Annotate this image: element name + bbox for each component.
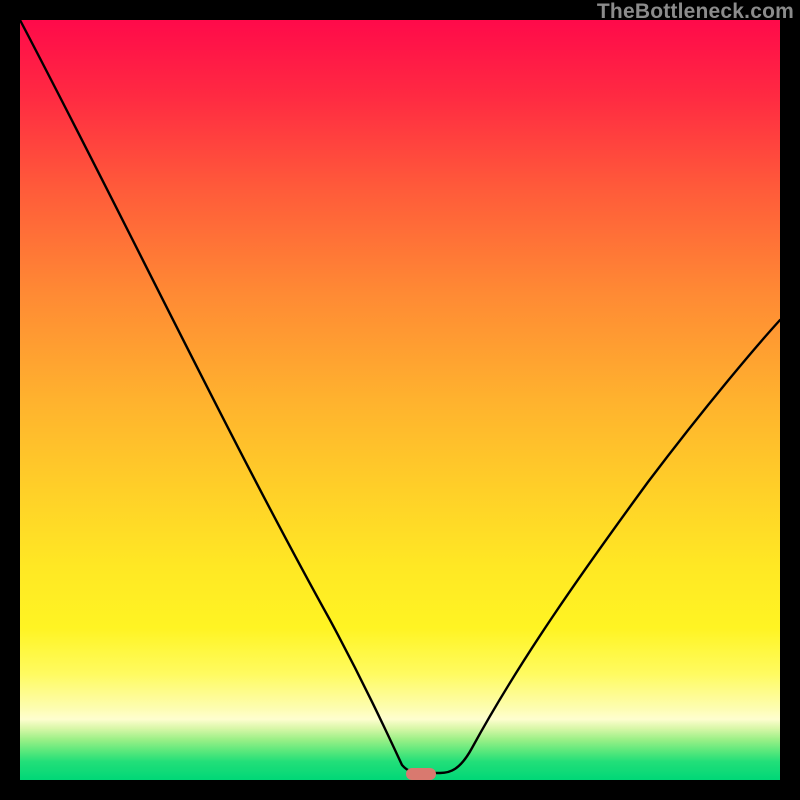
optimum-marker — [406, 768, 436, 780]
plot-svg — [20, 20, 780, 780]
watermark-text: TheBottleneck.com — [597, 0, 794, 24]
plot-area — [20, 20, 780, 780]
bottleneck-curve — [20, 20, 780, 773]
chart-frame: TheBottleneck.com — [0, 0, 800, 800]
